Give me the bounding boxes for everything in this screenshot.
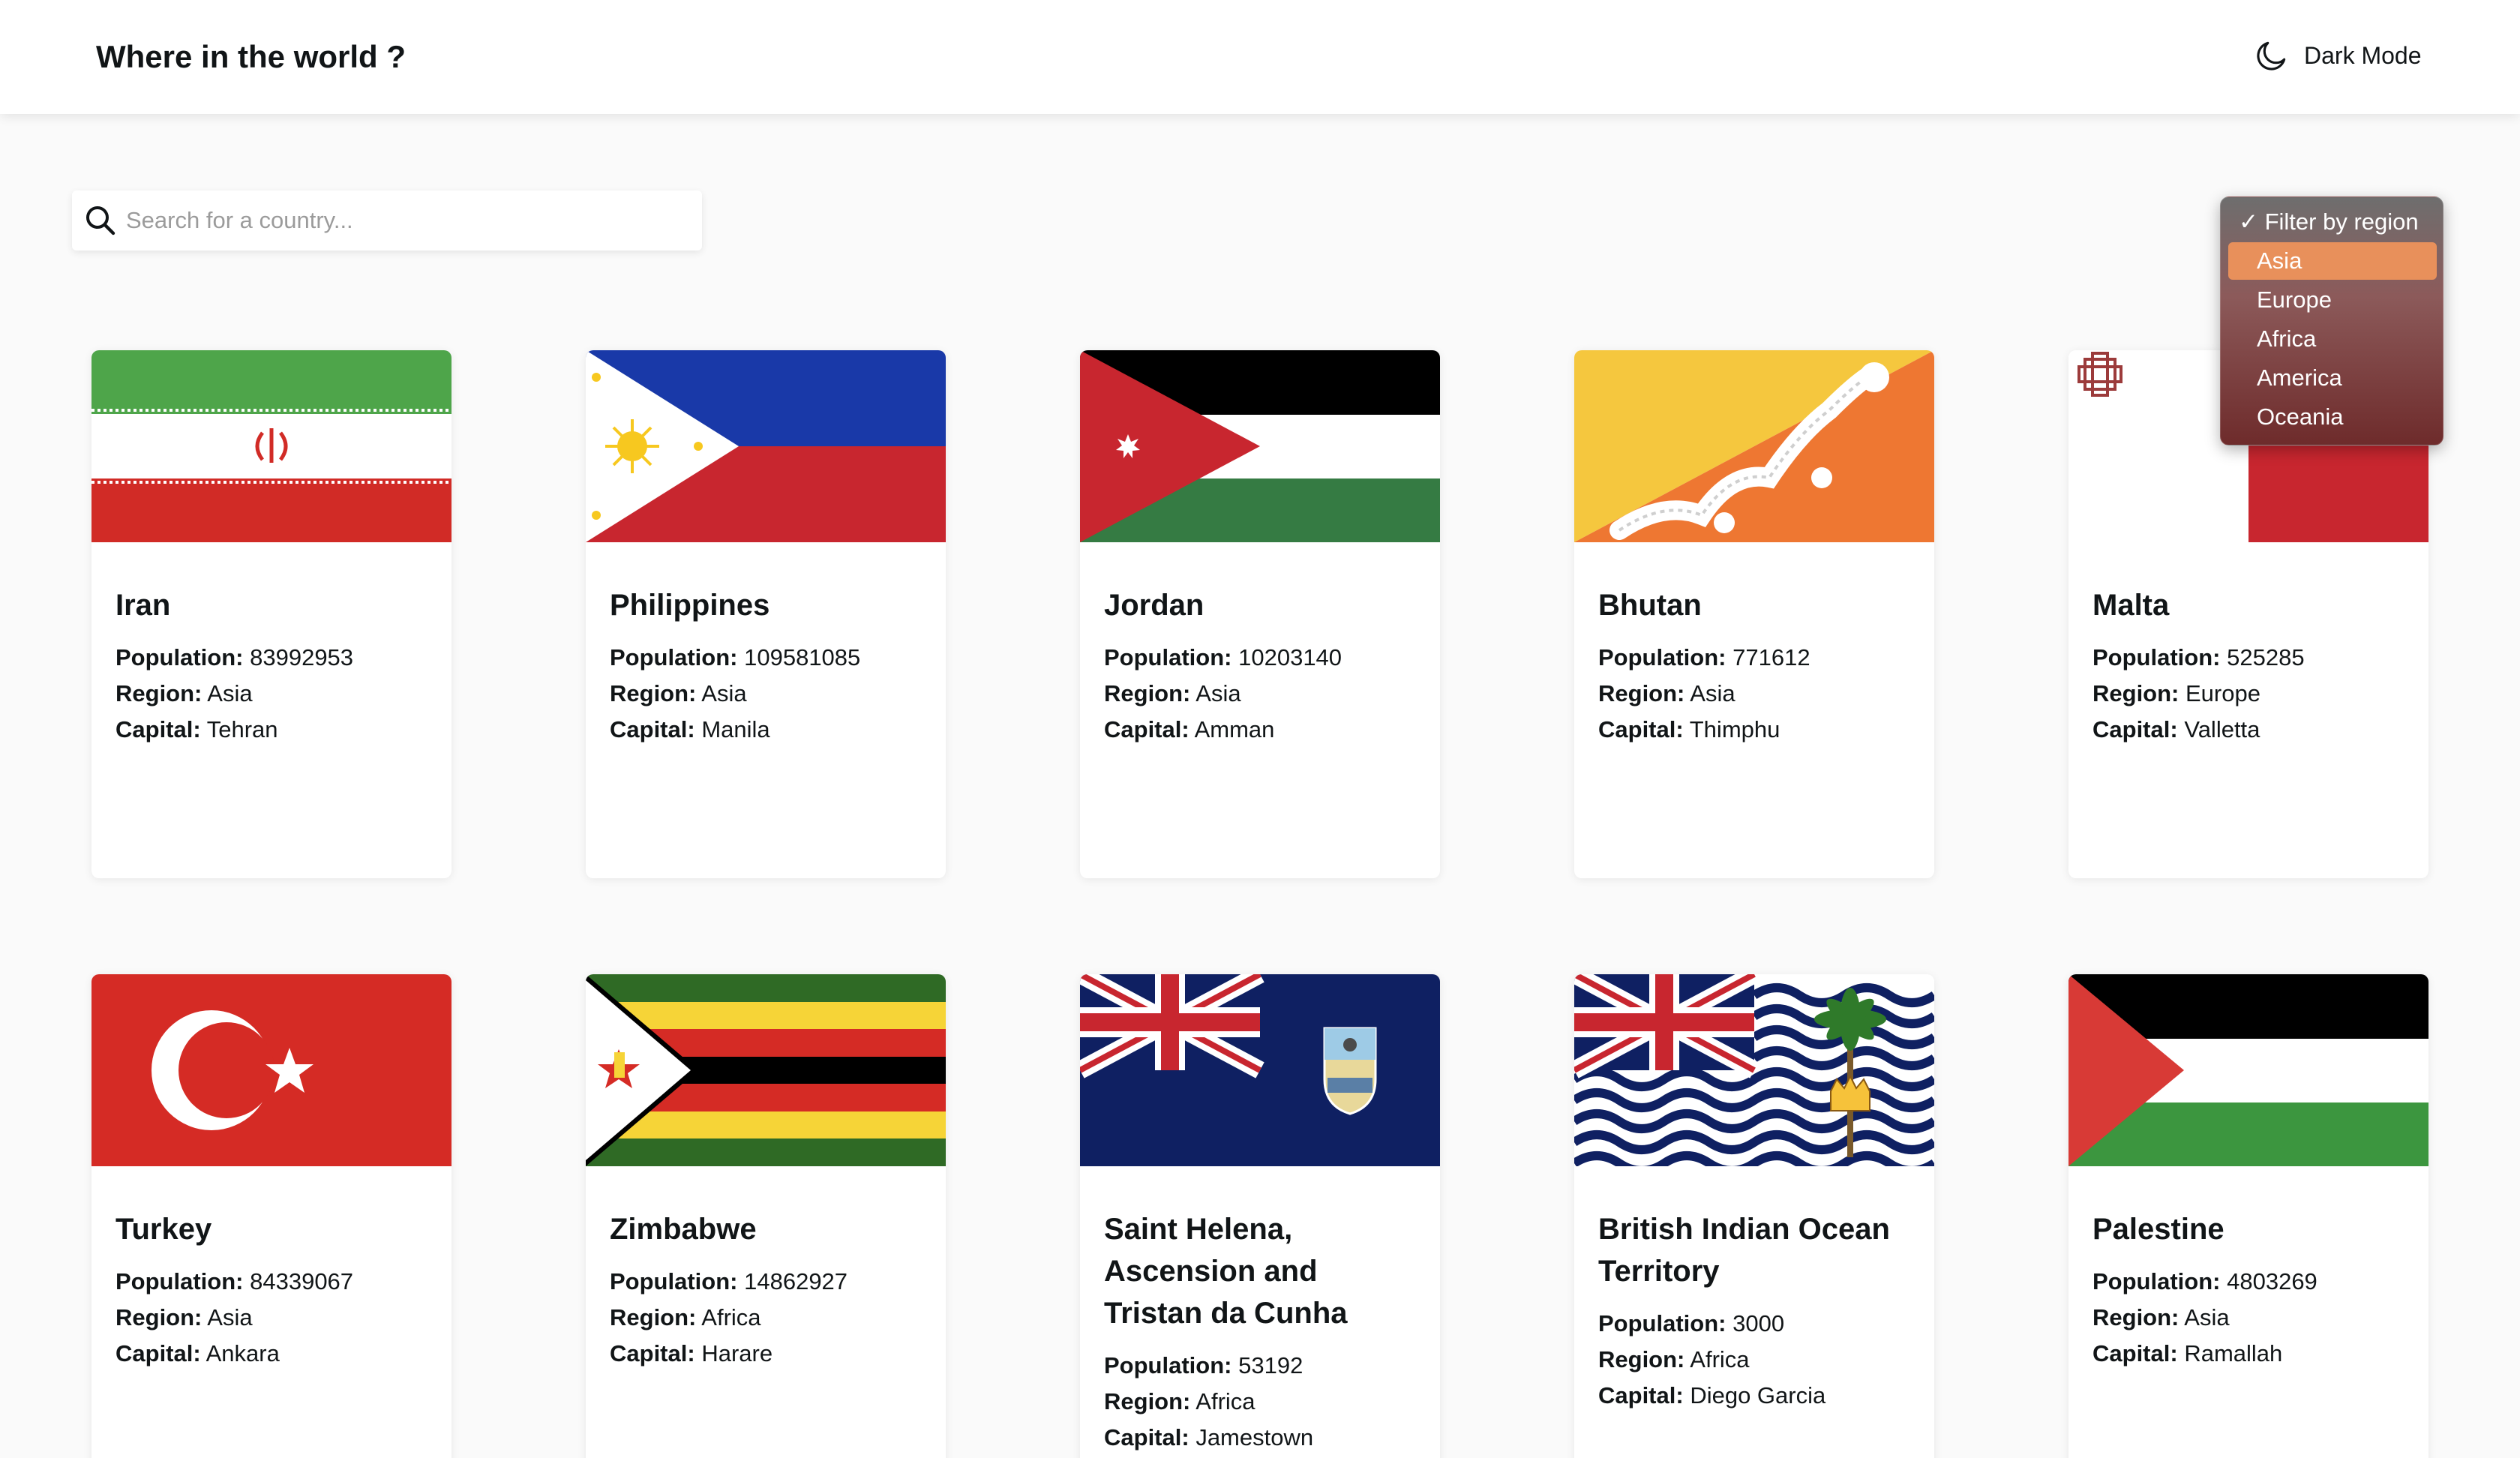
capital-row: Capital: Diego Garcia: [1598, 1382, 1826, 1408]
population-row: Population: 4803269: [2092, 1268, 2318, 1294]
capital-row: Capital: Jamestown: [1104, 1424, 1314, 1450]
capital-row: Capital: Thimphu: [1598, 716, 1780, 742]
population-row: Population: 771612: [1598, 644, 1810, 670]
country-card[interactable]: Saint Helena, Ascension and Tristan da C…: [1080, 974, 1440, 1458]
region-row: Region: Africa: [1104, 1388, 1256, 1414]
country-card[interactable]: Turkey Population: 84339067 Region: Asia…: [92, 974, 452, 1458]
menu-item-america[interactable]: America: [2228, 359, 2437, 397]
region-row: Region: Asia: [116, 1304, 253, 1330]
region-row: Region: Asia: [116, 680, 253, 706]
country-name: Jordan: [1104, 589, 1204, 622]
search-box[interactable]: [72, 190, 702, 250]
population-row: Population: 3000: [1598, 1310, 1785, 1336]
app-header: Where in the world ? Dark Mode: [0, 0, 2520, 114]
zimbabwe-flag-image: [586, 974, 946, 1166]
country-name: Malta: [2092, 589, 2170, 622]
moon-icon: [2257, 41, 2286, 70]
bhutan-flag-image: [1574, 350, 1934, 542]
country-name: Zimbabwe: [610, 1213, 757, 1246]
population-row: Population: 83992953: [116, 644, 354, 670]
population-row: Population: 84339067: [116, 1268, 354, 1294]
capital-row: Capital: Amman: [1104, 716, 1275, 742]
country-card[interactable]: Bhutan Population: 771612 Region: Asia C…: [1574, 350, 1934, 878]
region-row: Region: Europe: [2092, 680, 2260, 706]
region-row: Region: Asia: [610, 680, 747, 706]
capital-row: Capital: Ankara: [116, 1340, 280, 1366]
population-row: Population: 10203140: [1104, 644, 1342, 670]
palestine-flag-image: [2068, 974, 2428, 1166]
region-row: Region: Africa: [610, 1304, 761, 1330]
country-name: Turkey: [116, 1213, 212, 1246]
saint-helena-flag-image: [1080, 974, 1440, 1166]
region-row: Region: Asia: [1104, 680, 1241, 706]
capital-row: Capital: Ramallah: [2092, 1340, 2283, 1366]
menu-item-asia[interactable]: Asia: [2228, 242, 2437, 280]
country-card[interactable]: Zimbabwe Population: 14862927 Region: Af…: [586, 974, 946, 1458]
population-row: Population: 14862927: [610, 1268, 848, 1294]
population-row: Population: 109581085: [610, 644, 861, 670]
capital-row: Capital: Harare: [610, 1340, 773, 1366]
menu-item-africa[interactable]: Africa: [2228, 320, 2437, 358]
jordan-flag-image: [1080, 350, 1440, 542]
capital-row: Capital: Tehran: [116, 716, 278, 742]
country-name: Palestine: [2092, 1213, 2224, 1246]
british-indian-ocean-territory-flag-image: [1574, 974, 1934, 1166]
check-icon: ✓: [2239, 208, 2265, 235]
country-card[interactable]: Philippines Population: 109581085 Region…: [586, 350, 946, 878]
country-card[interactable]: Jordan Population: 10203140 Region: Asia…: [1080, 350, 1440, 878]
menu-item-europe[interactable]: Europe: [2228, 281, 2437, 319]
site-title: Where in the world ?: [96, 39, 406, 74]
turkey-flag-image: [92, 974, 452, 1166]
country-name: British Indian Ocean Territory: [1598, 1213, 1890, 1288]
country-card[interactable]: British Indian Ocean Territory Populatio…: [1574, 974, 1934, 1458]
region-filter-menu[interactable]: ✓ Filter by region Asia Europe Africa Am…: [2220, 196, 2444, 446]
country-name: Bhutan: [1598, 589, 1702, 622]
population-row: Population: 53192: [1104, 1352, 1304, 1378]
capital-row: Capital: Manila: [610, 716, 770, 742]
country-card[interactable]: Palestine Population: 4803269 Region: As…: [2068, 974, 2428, 1458]
region-row: Region: Asia: [2092, 1304, 2230, 1330]
search-input[interactable]: [126, 190, 688, 250]
region-row: Region: Africa: [1598, 1346, 1750, 1372]
dark-mode-toggle[interactable]: Dark Mode: [2253, 34, 2422, 76]
menu-item-filter-by-region[interactable]: ✓ Filter by region: [2228, 203, 2437, 241]
search-icon: [86, 206, 116, 236]
country-name: Saint Helena, Ascension and Tristan da C…: [1104, 1213, 1348, 1330]
country-name: Iran: [116, 589, 171, 622]
menu-item-oceania[interactable]: Oceania: [2228, 398, 2437, 436]
population-row: Population: 525285: [2092, 644, 2305, 670]
region-row: Region: Asia: [1598, 680, 1736, 706]
country-card[interactable]: Iran Population: 83992953 Region: Asia C…: [92, 350, 452, 878]
country-name: Philippines: [610, 589, 770, 622]
dark-mode-label: Dark Mode: [2304, 41, 2422, 69]
capital-row: Capital: Valletta: [2092, 716, 2260, 742]
philippines-flag-image: [586, 350, 946, 542]
iran-flag-image: [92, 350, 452, 542]
